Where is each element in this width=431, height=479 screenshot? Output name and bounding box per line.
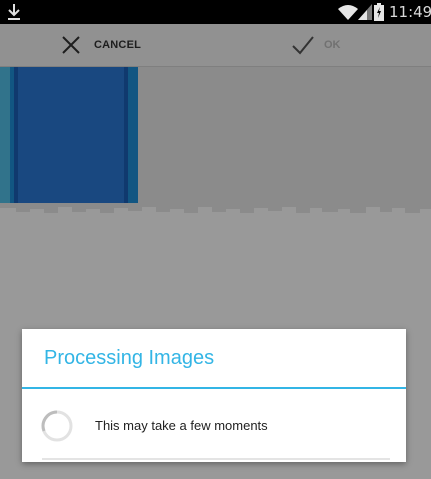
dialog-bottom-divider xyxy=(42,458,390,460)
processing-dialog: Processing Images This may take a few mo… xyxy=(22,329,406,462)
signal-icon xyxy=(358,4,372,20)
dialog-title: Processing Images xyxy=(44,347,215,369)
status-clock: 11:49 xyxy=(389,3,431,21)
wifi-icon xyxy=(338,5,358,20)
dialog-message: This may take a few moments xyxy=(95,418,268,433)
loading-spinner-icon xyxy=(41,410,73,442)
status-bar: 11:49 xyxy=(0,0,431,24)
download-icon xyxy=(8,4,20,20)
dialog-title-divider xyxy=(22,387,406,389)
battery-icon xyxy=(374,3,384,21)
